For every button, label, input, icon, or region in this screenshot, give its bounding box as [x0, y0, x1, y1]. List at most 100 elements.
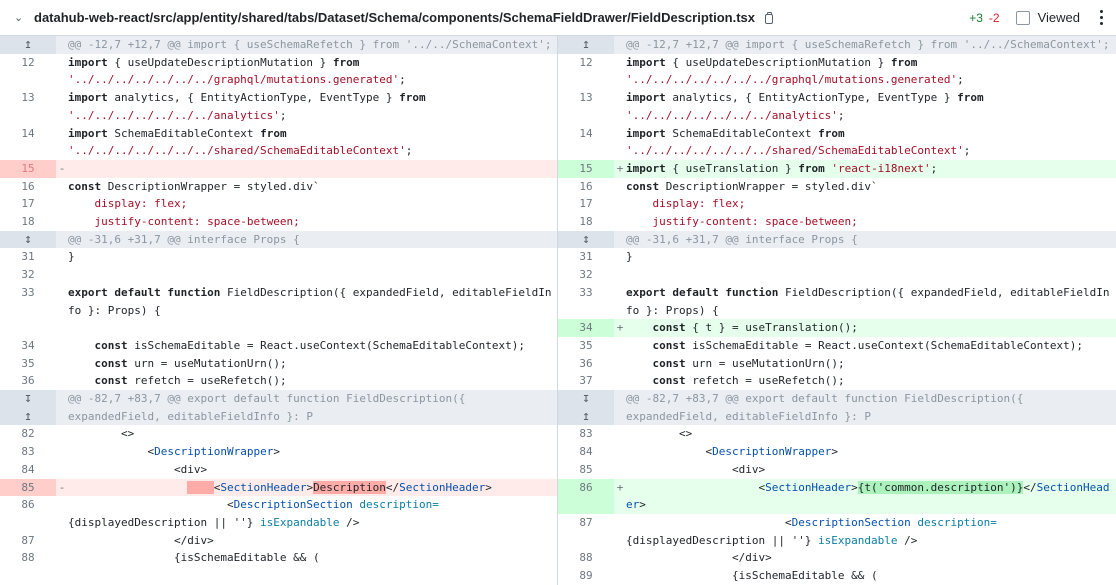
line-number[interactable]: 36 [0, 372, 56, 390]
code-line: import { useUpdateDescriptionMutation } … [626, 54, 1116, 89]
code-token: < [68, 498, 234, 512]
hunk-text: @@ -12,7 +12,7 @@ import { useSchemaRefe… [626, 38, 1110, 51]
diff-line: 84 <div> [0, 461, 557, 479]
addition-marker: + [616, 480, 624, 494]
line-number[interactable]: 87 [558, 514, 614, 549]
hunk-text-part: expandedField, editableFieldInfo }: P [68, 409, 314, 423]
line-number[interactable]: 17 [0, 195, 56, 213]
code-token: DescriptionWrapper = styled.div` [101, 179, 320, 193]
code-line: display: flex; [626, 197, 746, 211]
line-number[interactable]: 84 [558, 443, 614, 461]
line-number[interactable]: 33 [0, 284, 56, 319]
code-token: > [485, 480, 492, 494]
code-token: < [626, 445, 713, 459]
line-number[interactable]: 32 [558, 266, 614, 284]
line-number[interactable]: 18 [558, 213, 614, 231]
code-token: from [260, 126, 287, 140]
deletion-marker: - [58, 161, 66, 175]
code-token: import [626, 126, 666, 140]
line-number[interactable]: 83 [558, 425, 614, 443]
line-number[interactable]: 15 [0, 159, 56, 178]
more-options-icon[interactable] [1100, 10, 1104, 25]
line-number[interactable]: 88 [0, 549, 56, 567]
hunk-header: ↧ ↥ @@ -82,7 +83,7 @@ export default func… [0, 390, 557, 426]
line-number[interactable]: 88 [558, 549, 614, 567]
line-number[interactable]: 32 [0, 266, 56, 284]
hunk-text: @@ -82,7 +83,7 @@ export default functio… [626, 390, 1116, 425]
line-number[interactable]: 35 [558, 337, 614, 355]
code-token: from [332, 55, 360, 69]
code-line: export default function FieldDescription… [626, 284, 1116, 319]
diff-line: 16 const DescriptionWrapper = styled.div… [0, 178, 557, 196]
diff-line: 85 <div> [558, 461, 1116, 479]
added-line: 15 + import { useTranslation } from 'reac… [558, 159, 1116, 178]
code-token: </ [1023, 480, 1037, 494]
line-number[interactable]: 14 [558, 125, 614, 160]
line-number[interactable]: 85 [558, 461, 614, 479]
line-number[interactable]: 33 [558, 284, 614, 319]
code-line: const DescriptionWrapper = styled.div` [626, 178, 1116, 196]
code-token: SchemaEditableContext [665, 126, 819, 140]
expand-up-icon[interactable]: ↥ [558, 407, 614, 426]
code-token: import [68, 91, 108, 105]
code-token: import [626, 91, 666, 105]
expand-down-icon[interactable]: ↧ [0, 390, 56, 408]
line-number[interactable]: 84 [0, 461, 56, 479]
diff-line: 13 import analytics, { EntityActionType,… [558, 89, 1116, 124]
diff-line: 36 const urn = useMutationUrn(); [558, 355, 1116, 373]
line-number[interactable]: 31 [0, 248, 56, 266]
code-line: {isSchemaEditable && ( [68, 551, 320, 565]
line-number[interactable]: 12 [0, 54, 56, 89]
line-number[interactable]: 36 [558, 355, 614, 373]
file-path[interactable]: datahub-web-react/src/app/entity/shared/… [34, 10, 755, 25]
added-line: 86 + <SectionHeader>{t('common.descriptio… [558, 478, 1116, 514]
code-token: export default function [626, 285, 779, 299]
line-number[interactable]: 83 [0, 443, 56, 461]
line-number[interactable]: 34 [0, 337, 56, 355]
line-number[interactable]: 82 [0, 425, 56, 443]
line-number[interactable]: 17 [558, 195, 614, 213]
line-number[interactable] [0, 319, 56, 337]
line-number[interactable]: 85 [0, 478, 56, 497]
chevron-down-icon[interactable]: ⌄ [14, 11, 28, 24]
diff-line: 32 [558, 266, 1116, 284]
line-number[interactable]: 34 [558, 319, 614, 337]
expand-up-icon[interactable]: ↥ [0, 407, 56, 426]
code-line: <DescriptionSection description= {displa… [626, 514, 1116, 549]
line-number[interactable]: 14 [0, 125, 56, 160]
expand-down-icon[interactable]: ↧ [558, 390, 614, 408]
code-token: '../../../../../../../shared/SchemaEdita… [68, 144, 406, 158]
line-number[interactable]: 87 [0, 532, 56, 550]
line-number[interactable]: 16 [0, 178, 56, 196]
line-number[interactable]: 16 [558, 178, 614, 196]
hunk-text: @@ -31,6 +31,7 @@ interface Props { [626, 232, 858, 246]
line-number[interactable]: 86 [0, 496, 56, 531]
diff-line: 35 const isSchemaEditable = React.useCon… [558, 337, 1116, 355]
code-token: import [626, 55, 666, 69]
diff-line: 88 </div> [558, 549, 1116, 567]
line-number[interactable]: 89 [558, 567, 614, 585]
line-number[interactable]: 18 [0, 213, 56, 231]
viewed-checkbox[interactable] [1015, 10, 1030, 25]
viewed-toggle[interactable]: Viewed [1015, 10, 1080, 25]
code-token: SectionHeader [765, 480, 852, 494]
code-token: 'react-i18next' [831, 161, 931, 175]
code-token: DescriptionSection [233, 498, 353, 512]
expand-controls: ↧ ↥ [558, 390, 614, 426]
copy-icon[interactable] [765, 11, 776, 24]
line-number[interactable]: 12 [558, 54, 614, 89]
diff-line: 88 {isSchemaEditable && ( [0, 549, 557, 567]
expand-both-icon[interactable]: ↕ [558, 230, 614, 249]
line-number[interactable]: 13 [0, 89, 56, 124]
line-number[interactable]: 35 [0, 355, 56, 373]
line-number[interactable]: 15 [558, 159, 614, 178]
line-number[interactable]: 86 [558, 478, 614, 514]
expand-up-icon[interactable]: ↥ [558, 36, 614, 54]
line-number[interactable]: 13 [558, 89, 614, 124]
expand-up-icon[interactable]: ↥ [0, 36, 56, 54]
line-number[interactable]: 31 [558, 248, 614, 266]
expand-both-icon[interactable]: ↕ [0, 230, 56, 249]
line-number[interactable]: 37 [558, 372, 614, 390]
code-line: const DescriptionWrapper = styled.div` [68, 178, 557, 196]
